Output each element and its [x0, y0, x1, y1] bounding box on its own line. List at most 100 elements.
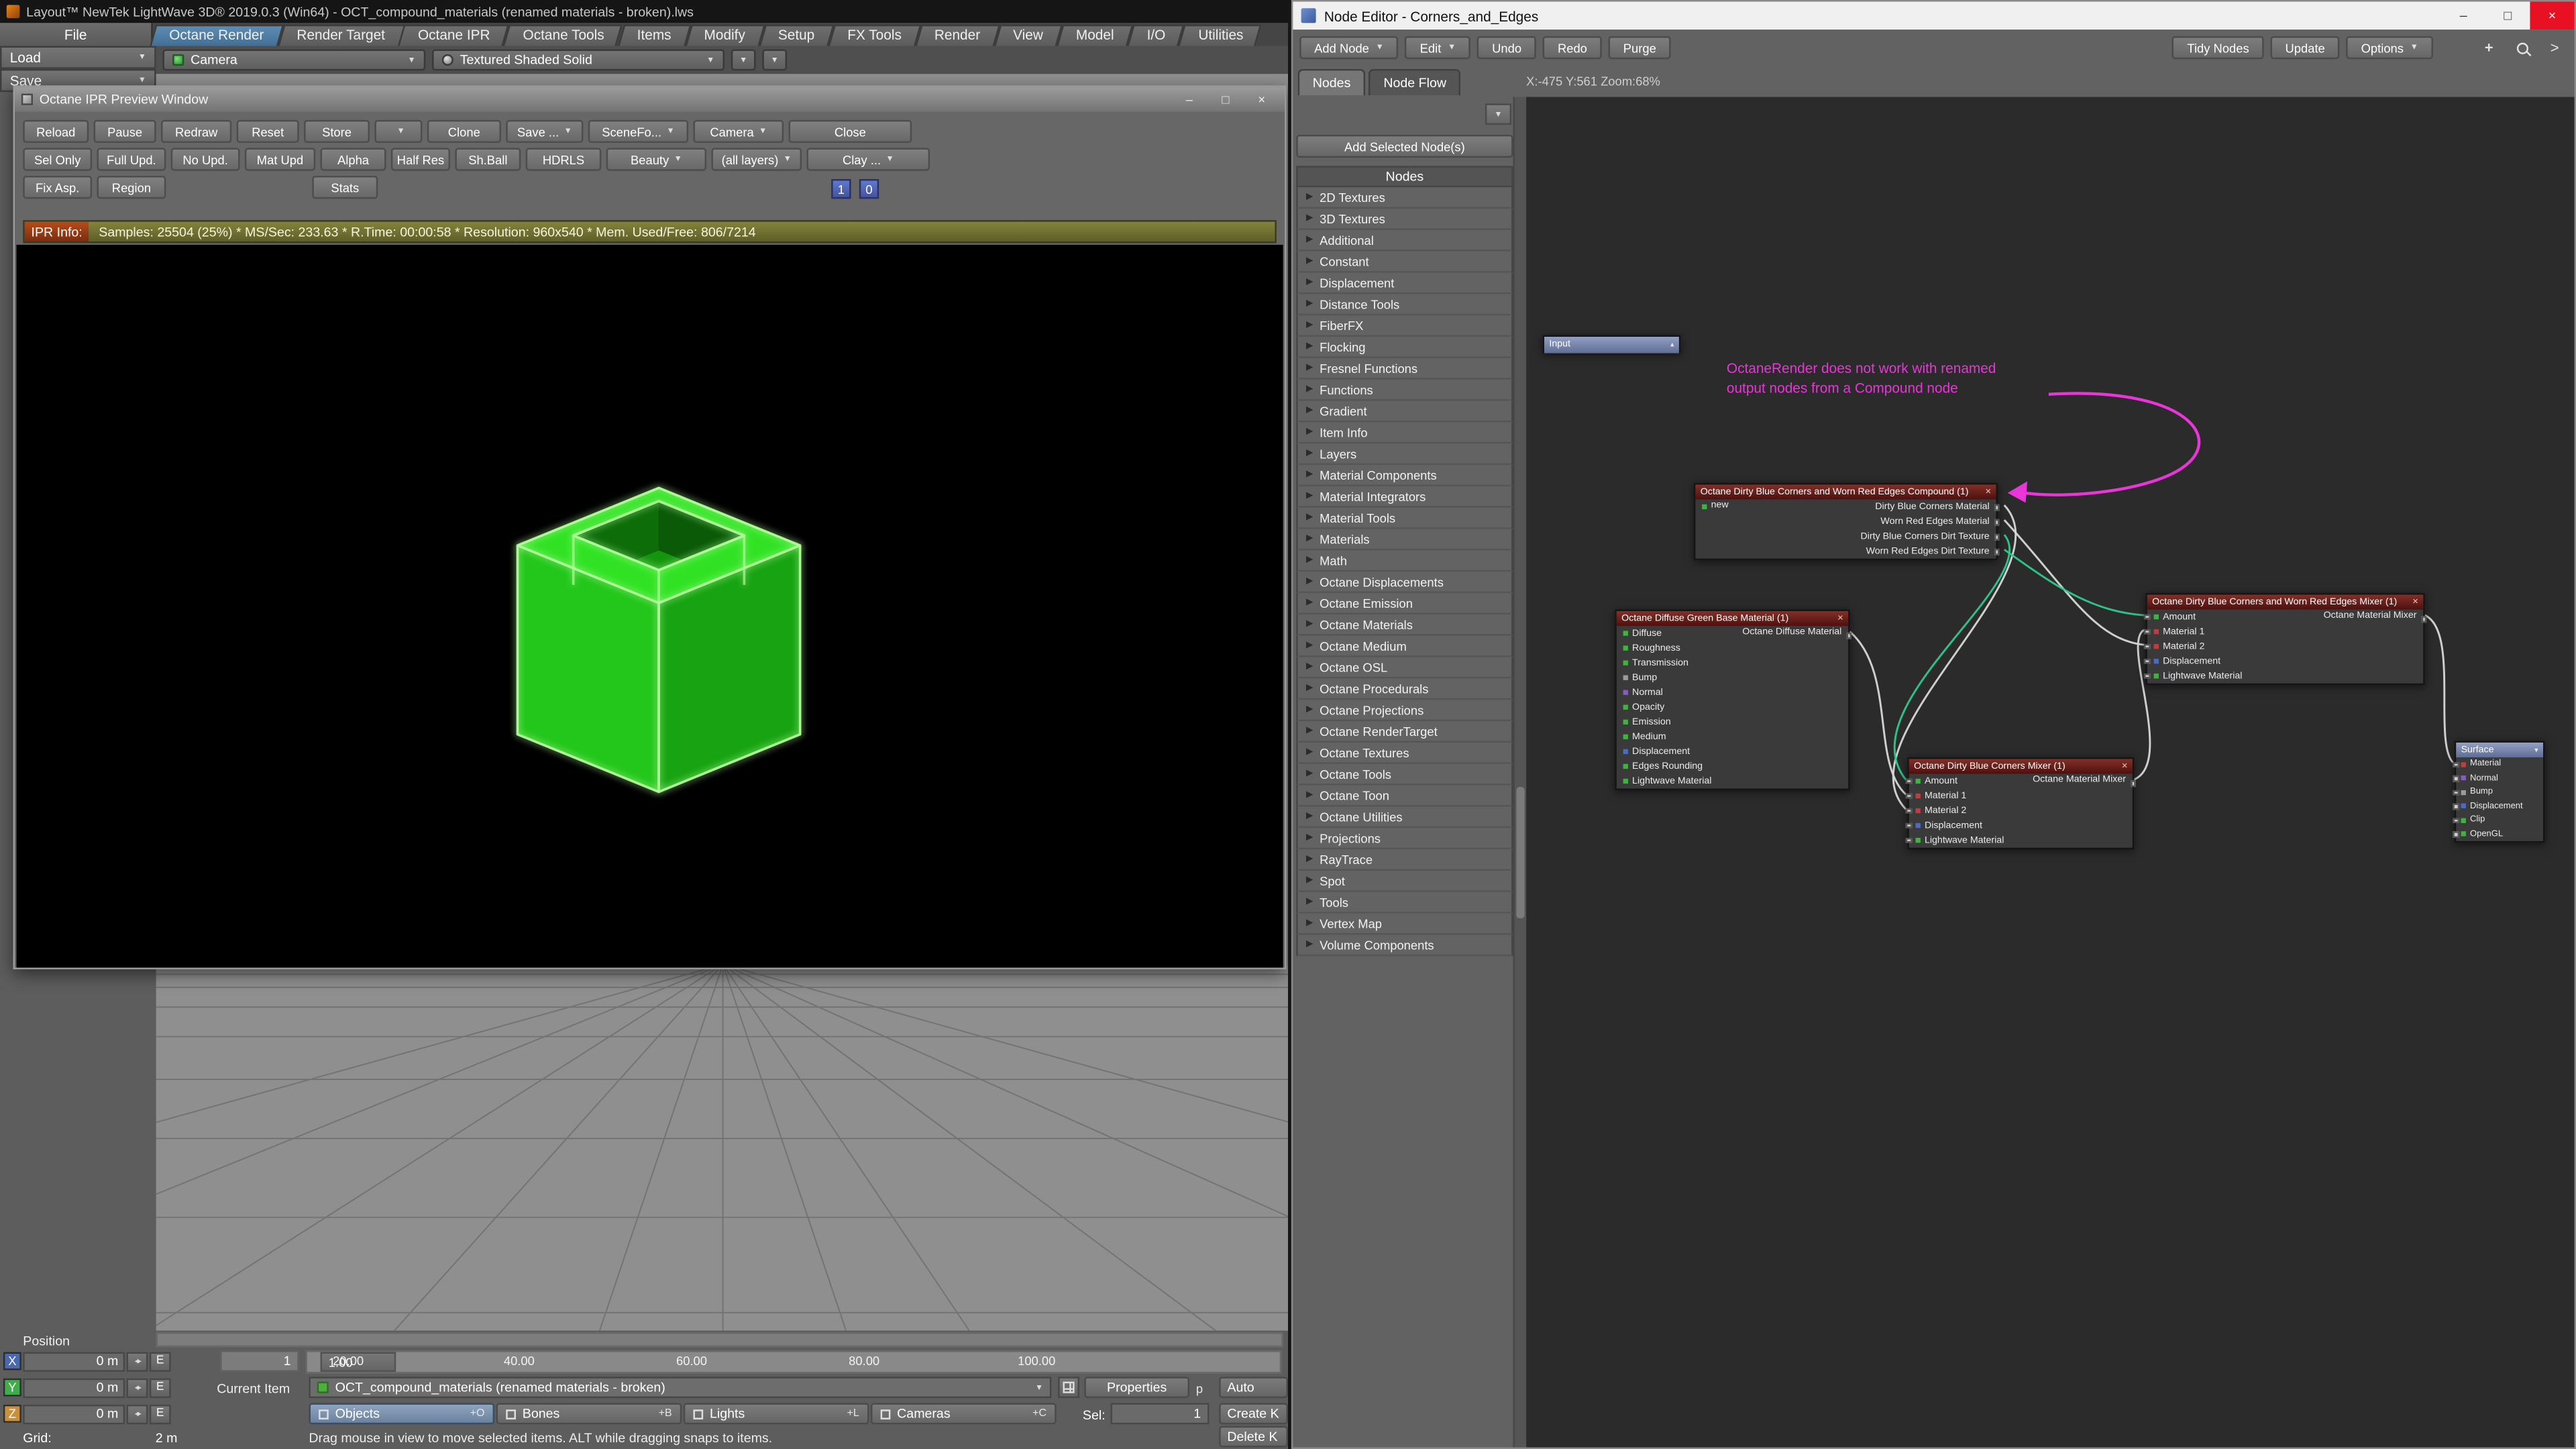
input-node[interactable]: Input ▴ [1543, 335, 1681, 354]
item-type-button[interactable]: Lights +L [684, 1403, 869, 1424]
node-input-port[interactable]: Displacement [1909, 818, 2133, 833]
node-editor-titlebar[interactable]: Node Editor - Corners_and_Edges – □ × [1293, 1, 2574, 30]
node-close-icon[interactable]: × [1833, 614, 1843, 624]
connector-pad[interactable] [2144, 673, 2150, 679]
node-category-item[interactable]: ▶ Flocking [1296, 337, 1513, 358]
node-category-item[interactable]: ▶ Vertex Map [1296, 914, 1513, 935]
panel-scrollbar[interactable] [1513, 97, 1527, 1447]
ipr-button[interactable]: Clone [427, 120, 501, 143]
menu-tab[interactable]: Render [918, 23, 996, 46]
connector-pad[interactable] [2421, 616, 2427, 622]
connector-pad[interactable] [1906, 837, 1912, 843]
ipr-button[interactable]: (all layers) ▼ [711, 148, 802, 170]
menu-tab[interactable]: I/O [1130, 23, 1182, 46]
toolbar-button[interactable]: Purge [1609, 36, 1671, 59]
editor-tab[interactable]: Nodes [1298, 69, 1366, 95]
ipr-button[interactable]: SceneFo... ▼ [588, 120, 688, 143]
connector-pad[interactable] [1994, 504, 2000, 511]
toolbar-button[interactable]: Update [2270, 36, 2339, 59]
node-category-item[interactable]: ▶ Additional [1296, 230, 1513, 252]
ipr-button[interactable]: No Upd. [171, 148, 240, 170]
connector-pad[interactable] [2453, 804, 2459, 810]
node-close-icon[interactable]: × [1980, 487, 1991, 497]
node-category-item[interactable]: ▶ Spot [1296, 871, 1513, 892]
collapse-icon[interactable]: ▾ [2530, 745, 2538, 755]
node-input-port[interactable]: Material 1 [2147, 625, 2423, 639]
maximize-icon[interactable]: □ [1209, 89, 1242, 109]
node-input-port[interactable]: Bump [1617, 670, 1848, 685]
node-input-port[interactable]: Clip [2456, 813, 2543, 827]
node-category-item[interactable]: ▶ Octane Procedurals [1296, 678, 1513, 700]
connector-pad[interactable] [1906, 822, 1912, 828]
menu-tab[interactable]: Render Target [280, 23, 402, 46]
editor-tab[interactable]: Node Flow [1368, 69, 1461, 95]
ipr-button[interactable]: ▼ [374, 120, 422, 143]
collapse-icon[interactable]: ▴ [1666, 340, 1674, 350]
axis-spinner[interactable]: ◂▸ [127, 1404, 148, 1424]
node-category-item[interactable]: ▶ Tools [1296, 892, 1513, 914]
ipr-button[interactable]: Store [304, 120, 370, 143]
node-category-item[interactable]: ▶ Distance Tools [1296, 294, 1513, 315]
connector-pad[interactable] [2144, 658, 2150, 664]
node-category-item[interactable]: ▶ Fresnel Functions [1296, 358, 1513, 380]
ipr-button[interactable]: Full Upd. [97, 148, 166, 170]
connector-pad[interactable] [2453, 817, 2459, 823]
view-type-dropdown[interactable]: Camera ▼ [162, 49, 425, 70]
node-category-item[interactable]: ▶ RayTrace [1296, 849, 1513, 871]
dope-track[interactable] [156, 1332, 1283, 1347]
ipr-button[interactable]: Stats [312, 176, 378, 199]
connector-pad[interactable] [1845, 633, 1851, 639]
node-input-port[interactable]: Material [2456, 757, 2543, 771]
node-input-port[interactable]: Lightwave Material [1909, 833, 2133, 848]
node-input-port[interactable]: Material 1 [1909, 789, 2133, 804]
frame-number-field[interactable]: 1 [220, 1350, 299, 1372]
node-input-port[interactable]: new [1702, 501, 1729, 511]
node-category-item[interactable]: ▶ Material Components [1296, 465, 1513, 486]
node-category-item[interactable]: ▶ Octane Utilities [1296, 806, 1513, 828]
node-input-port[interactable]: Displacement [2456, 799, 2543, 813]
add-selected-nodes-button[interactable]: Add Selected Node(s) [1296, 135, 1513, 158]
node-category-item[interactable]: ▶ Octane Projections [1296, 700, 1513, 721]
ipr-button[interactable]: Sel Only [23, 148, 92, 170]
node-output-port[interactable]: Dirty Blue Corners Material [1695, 499, 1996, 514]
ipr-button[interactable]: Reset [237, 120, 299, 143]
item-list-button[interactable] [1058, 1377, 1079, 1398]
ipr-button[interactable]: HDRLS [526, 148, 602, 170]
scrollbar-thumb[interactable] [1516, 787, 1524, 918]
envelope-button[interactable]: E [150, 1351, 171, 1371]
delete-key-button[interactable]: Delete K [1219, 1426, 1288, 1448]
node-category-item[interactable]: ▶ Octane Tools [1296, 764, 1513, 786]
load-dropdown[interactable]: Load ▼ [0, 46, 156, 69]
node-category-item[interactable]: ▶ Material Integrators [1296, 486, 1513, 508]
connector-pad[interactable] [1994, 519, 2000, 525]
node-input-port[interactable]: Bump [2456, 786, 2543, 800]
node-category-item[interactable]: ▶ Octane Toon [1296, 786, 1513, 807]
ipr-button[interactable]: Half Res [391, 148, 450, 170]
ipr-button[interactable]: Redraw [161, 120, 231, 143]
node-output-port[interactable]: Dirty Blue Corners Dirt Texture [1695, 529, 1996, 544]
viewport-option-dropdown[interactable]: ▼ [762, 49, 787, 70]
auto-key-button[interactable]: Auto [1219, 1377, 1288, 1398]
node-category-item[interactable]: ▶ Gradient [1296, 401, 1513, 423]
node-category-item[interactable]: ▶ Functions [1296, 380, 1513, 401]
viewport-option-dropdown[interactable]: ▼ [731, 49, 756, 70]
axis-value-field[interactable]: 0 m [23, 1351, 125, 1371]
menu-tab[interactable]: Octane Tools [506, 23, 621, 46]
menu-tab[interactable]: Octane Render [153, 23, 280, 46]
ipr-button[interactable]: Close [789, 120, 912, 143]
node-category-item[interactable]: ▶ Displacement [1296, 273, 1513, 294]
lightwave-titlebar[interactable]: Layout™ NewTek LightWave 3D® 2019.0.3 (W… [0, 0, 1288, 23]
forward-icon[interactable]: > [2542, 36, 2568, 59]
ipr-button[interactable]: Pause [94, 120, 156, 143]
file-menu-button[interactable]: File [0, 23, 153, 46]
connector-pad[interactable] [2453, 761, 2459, 767]
node-input-port[interactable]: Medium [1617, 729, 1848, 744]
node-input-port[interactable]: Normal [2456, 771, 2543, 786]
node-input-port[interactable]: Opacity [1617, 700, 1848, 714]
node-output-port[interactable]: Worn Red Edges Dirt Texture [1695, 544, 1996, 559]
toolbar-button[interactable]: Undo [1477, 36, 1536, 59]
node-graph-canvas[interactable]: Input ▴ Octane Dirty Blue Corners and Wo… [1526, 97, 2574, 1447]
node-category-item[interactable]: ▶ Materials [1296, 529, 1513, 551]
menu-tab[interactable]: Setup [761, 23, 830, 46]
node-output-port[interactable]: Worn Red Edges Material [1695, 515, 1996, 529]
